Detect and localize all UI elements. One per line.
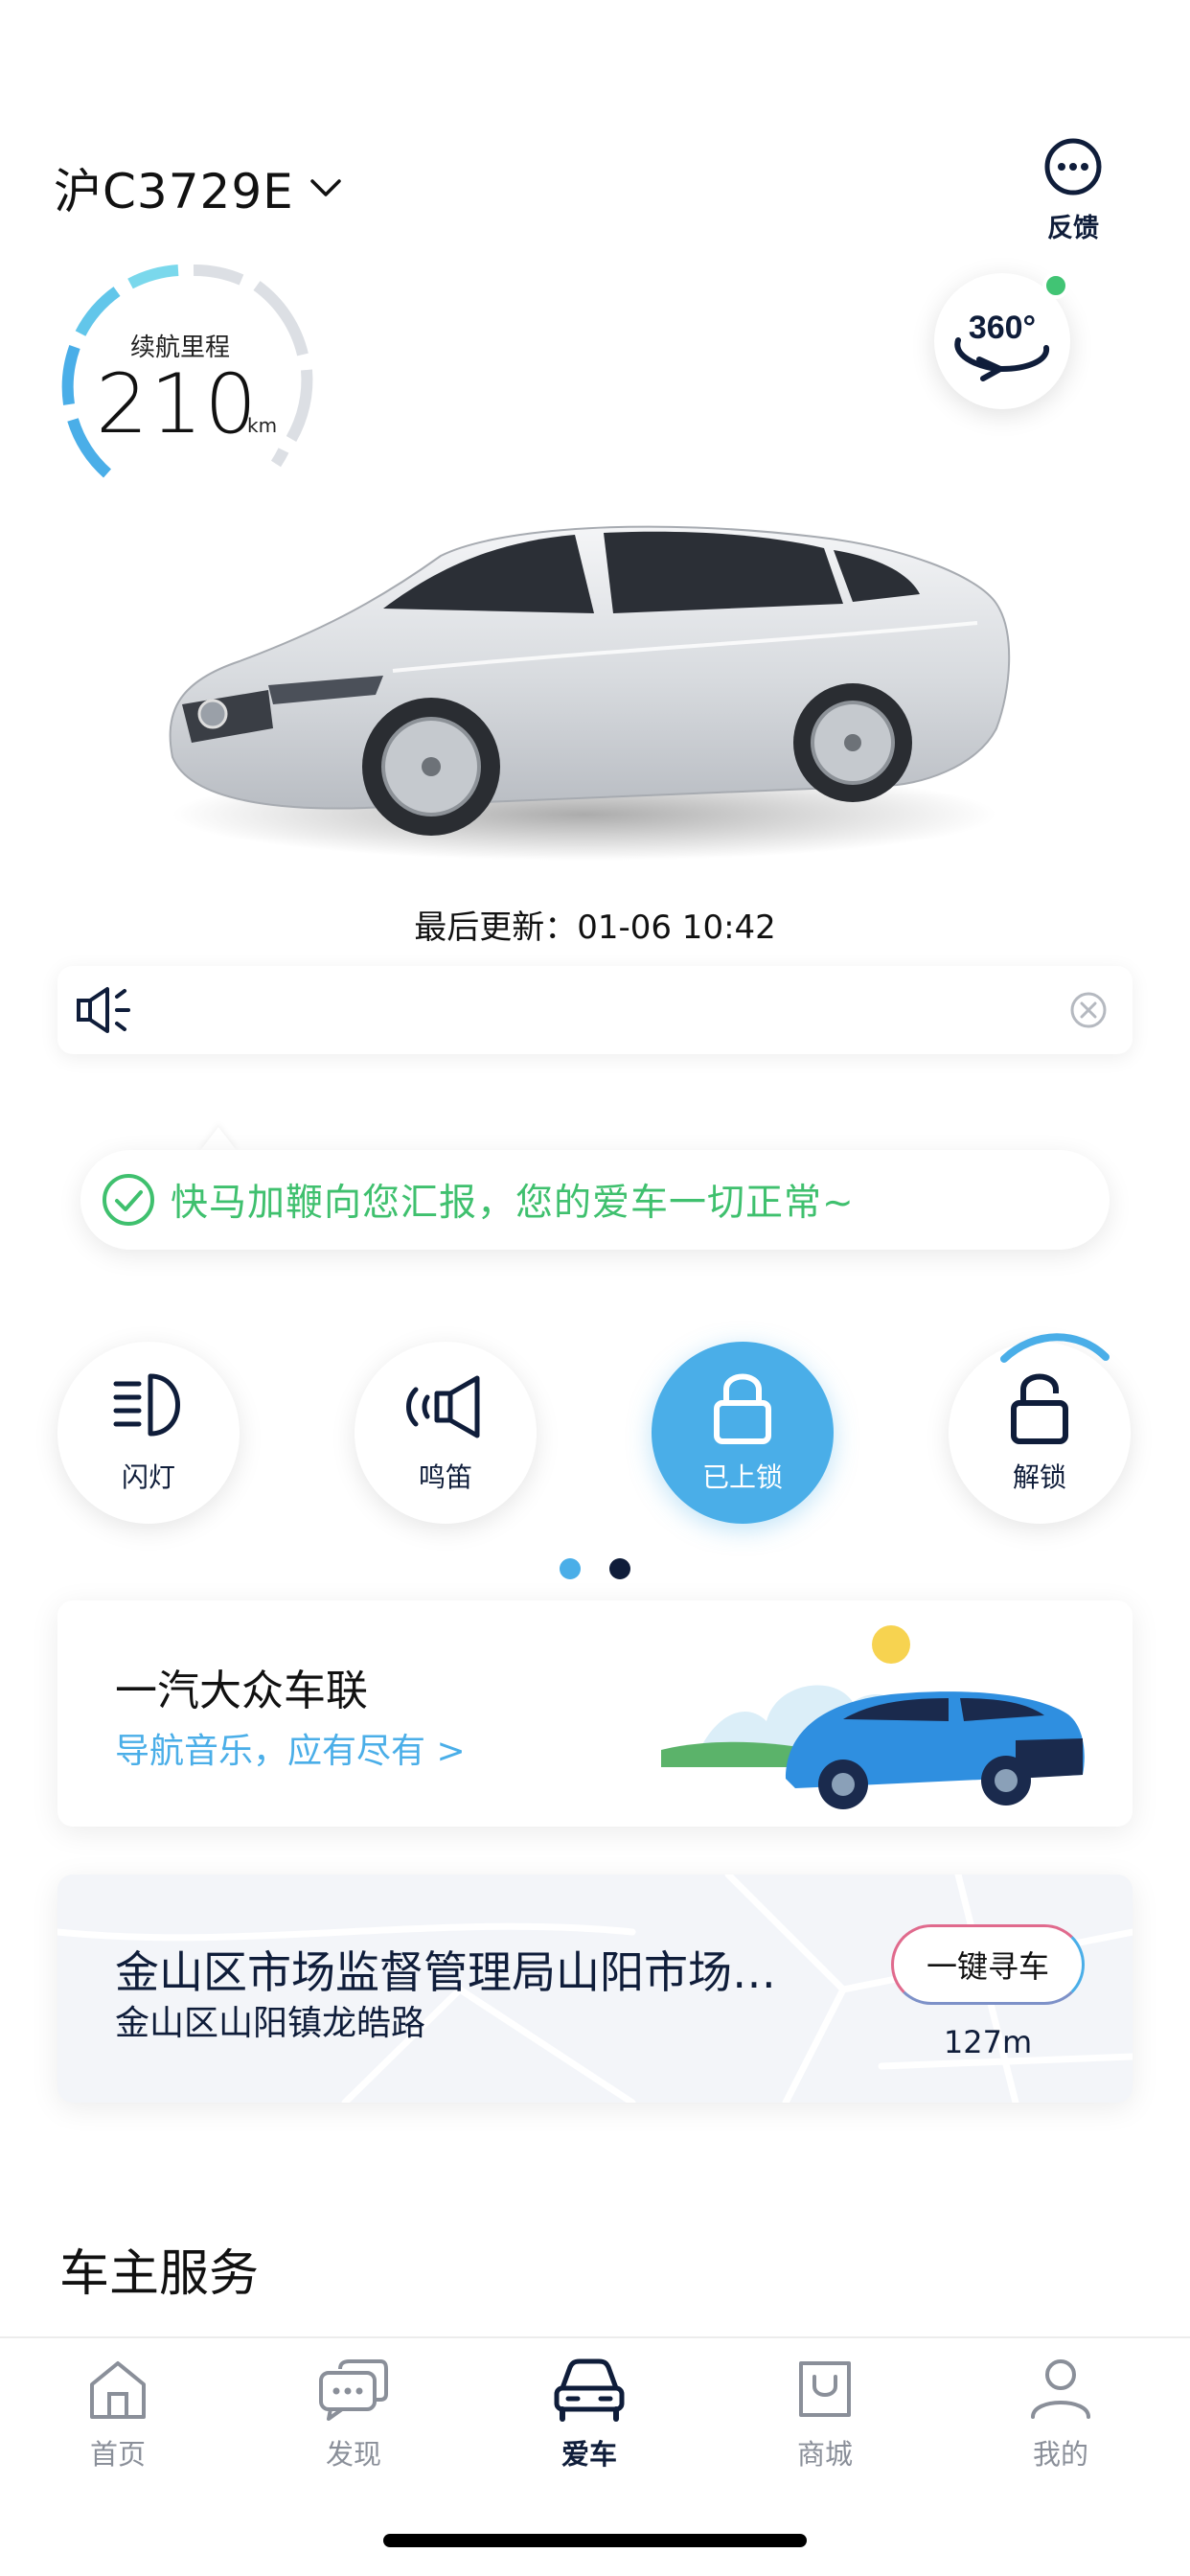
tab-shop[interactable]: 商城 [753, 2356, 897, 2472]
pager-dot-1[interactable] [560, 1558, 581, 1579]
car-image [169, 525, 1011, 861]
lock-closed-icon [714, 1373, 771, 1444]
online-status-dot [1042, 272, 1069, 299]
rotate-360-icon: 360° [954, 310, 1049, 381]
tab-shop-label: 商城 [796, 2438, 853, 2471]
pager-dot-2[interactable] [609, 1558, 630, 1579]
tab-profile[interactable]: 我的 [989, 2356, 1133, 2472]
status-bubble: 快马加鞭向您汇报，您的爱车一切正常~ [80, 1150, 1110, 1250]
tab-discover-label: 发现 [325, 2438, 381, 2471]
close-icon[interactable] [1069, 991, 1108, 1029]
owner-services-heading: 车主服务 [59, 2245, 260, 2303]
view-360-label: 360° [969, 310, 1036, 346]
locked-status-button[interactable]: 已上锁 [652, 1342, 834, 1524]
horn-label: 鸣笛 [418, 1461, 472, 1493]
shop-bag-icon [799, 2361, 851, 2417]
feedback-button[interactable]: 反馈 [1035, 136, 1111, 244]
carnet-link[interactable]: 导航音乐，应有尽有 > [115, 1723, 466, 1773]
home-icon [90, 2361, 146, 2419]
loading-arc [1000, 1333, 1110, 1363]
tab-profile-label: 我的 [1032, 2438, 1088, 2471]
tab-discover[interactable]: 发现 [282, 2356, 425, 2472]
home-indicator [383, 2534, 807, 2547]
tab-home-label: 首页 [89, 2438, 146, 2471]
profile-icon [1031, 2359, 1090, 2419]
horn-icon [406, 1375, 480, 1438]
feedback-label: 反馈 [1047, 214, 1099, 243]
carnet-card[interactable]: 一汽大众车联 导航音乐，应有尽有 > [57, 1600, 1133, 1827]
unlock-label: 解锁 [1012, 1461, 1066, 1493]
feedback-chat-icon [1044, 138, 1102, 196]
chat-icon [319, 2359, 388, 2421]
flash-lights-button[interactable]: 闪灯 [57, 1342, 240, 1524]
status-message: 快马加鞭向您汇报，您的爱车一切正常~ [171, 1182, 855, 1225]
location-address: 金山区山阳镇龙皓路 [115, 2004, 426, 2043]
notice-bar [57, 966, 1133, 1054]
range-unit: km [247, 414, 278, 437]
distance-value: 127m [943, 2024, 1033, 2060]
find-car-button[interactable]: 一键寻车 [891, 1924, 1085, 2005]
headlight-icon [113, 1373, 180, 1437]
last-update-time: 最后更新：01-06 10:42 [414, 908, 776, 947]
horn-button[interactable]: 鸣笛 [355, 1342, 537, 1524]
chevron-down-icon [310, 179, 341, 196]
control-pager [0, 1558, 1190, 1579]
speaker-icon [77, 987, 130, 1033]
flash-lights-label: 闪灯 [121, 1461, 175, 1493]
plate-number: 沪C3729E [54, 164, 294, 219]
plate-selector[interactable]: 沪C3729E [54, 153, 342, 222]
bubble-tail [199, 1127, 238, 1152]
car-icon [554, 2358, 625, 2422]
carnet-title: 一汽大众车联 [115, 1667, 368, 1715]
locked-status-label: 已上锁 [701, 1461, 783, 1493]
connected-car-illustration [661, 1625, 1085, 1809]
tab-home[interactable]: 首页 [46, 2356, 190, 2472]
lock-open-icon [1011, 1373, 1068, 1444]
location-title: 金山区市场监督管理局山阳市场… [115, 1946, 776, 1998]
car-location-card: 金山区市场监督管理局山阳市场… 金山区山阳镇龙皓路 一键寻车 127m [57, 1874, 1133, 2103]
tab-my-car-label: 爱车 [561, 2438, 617, 2471]
check-circle-icon [103, 1174, 154, 1226]
range-value: 210 [96, 356, 260, 452]
tab-my-car[interactable]: 爱车 [517, 2356, 661, 2472]
